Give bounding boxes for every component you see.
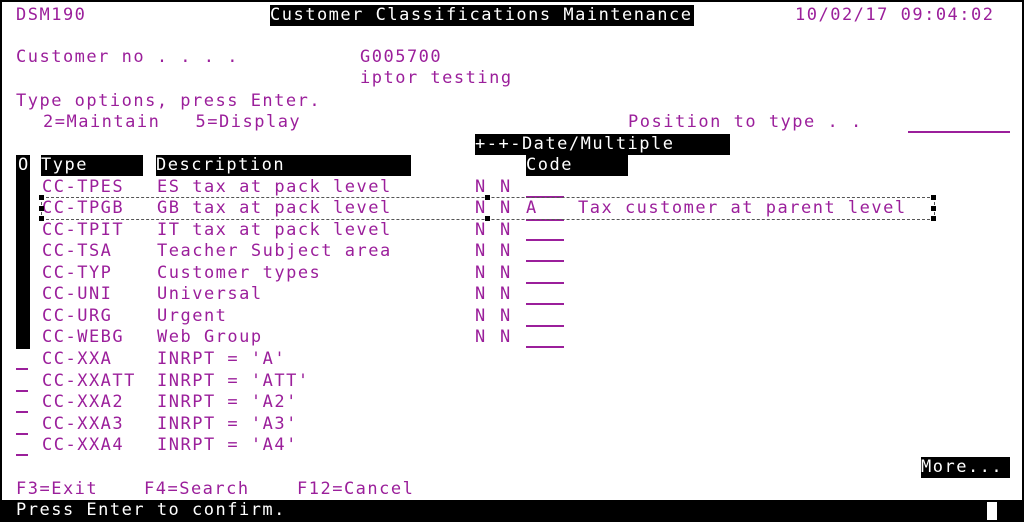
row-flag-multiple: N xyxy=(500,306,512,326)
row-type: CC-URG xyxy=(42,306,113,326)
row-flag-date: N xyxy=(475,327,487,347)
row-description: INRPT = 'A2' xyxy=(157,392,298,412)
row-flag-multiple: N xyxy=(500,284,512,304)
row-type: CC-XXA3 xyxy=(42,414,125,434)
selection-handle[interactable] xyxy=(931,206,936,211)
selection-handle[interactable] xyxy=(39,195,44,200)
row-type: CC-TYP xyxy=(42,263,113,283)
selection-handle[interactable] xyxy=(39,206,44,211)
position-to-type-label: Position to type . . xyxy=(628,112,863,132)
row-flag-multiple: N xyxy=(500,241,512,261)
row-code-input[interactable] xyxy=(526,177,564,198)
row-type: CC-XXA xyxy=(42,349,113,369)
row-flag-date: N xyxy=(475,263,487,283)
row-flag-date: N xyxy=(475,284,487,304)
terminal-screen: DSM190 Customer Classifications Maintena… xyxy=(0,0,1024,522)
f3-exit-key[interactable]: F3=Exit xyxy=(16,479,98,500)
date-time: 10/02/17 09:04:02 xyxy=(795,5,995,25)
description-column-header: Description xyxy=(156,155,411,176)
row-type: CC-XXATT xyxy=(42,371,136,391)
row-description: INRPT = 'A3' xyxy=(157,414,298,434)
date-multiple-header: +-+-Date/Multiple xyxy=(475,134,730,155)
selection-handle[interactable] xyxy=(485,195,490,200)
row-type: CC-TSA xyxy=(42,241,113,261)
row-flag-multiple: N xyxy=(500,263,512,283)
row-code-input[interactable] xyxy=(526,241,564,262)
row-code-input[interactable] xyxy=(526,306,564,327)
row-description: Teacher Subject area xyxy=(157,241,392,261)
position-to-type-input[interactable] xyxy=(908,112,1010,133)
status-message: Press Enter to confirm. xyxy=(16,500,286,520)
row-description: Web Group xyxy=(157,327,263,347)
row-option-input[interactable] xyxy=(16,392,28,413)
row-code-input[interactable] xyxy=(526,263,564,284)
customer-number: G005700 xyxy=(360,47,443,67)
row-type: CC-UNI xyxy=(42,284,113,304)
row-description: IT tax at pack level xyxy=(157,220,392,240)
row-option-input[interactable] xyxy=(16,371,28,392)
f12-cancel-key[interactable]: F12=Cancel xyxy=(297,479,414,500)
row-description: ES tax at pack level xyxy=(157,177,392,197)
cursor-block xyxy=(987,502,997,520)
screen-title: Customer Classifications Maintenance xyxy=(270,5,695,26)
instructions-line: Type options, press Enter. xyxy=(16,91,322,111)
row-type: CC-XXA4 xyxy=(42,435,125,455)
code-column-header: Code xyxy=(526,155,628,176)
row-flag-date: N xyxy=(475,220,487,240)
selection-handle[interactable] xyxy=(931,195,936,200)
row-code-input[interactable] xyxy=(526,327,564,348)
row-description: Customer types xyxy=(157,263,322,283)
row-type: CC-XXA2 xyxy=(42,392,125,412)
row-description: INRPT = 'A' xyxy=(157,349,287,369)
option-column-bar xyxy=(16,155,30,349)
row-flag-date: N xyxy=(475,241,487,261)
row-description: INRPT = 'ATT' xyxy=(157,371,310,391)
row-code-input[interactable] xyxy=(526,284,564,305)
row-type: CC-WEBG xyxy=(42,327,125,347)
more-indicator: More... xyxy=(921,457,1010,478)
row-flag-date: N xyxy=(475,306,487,326)
options-legend: 2=Maintain 5=Display xyxy=(43,112,302,132)
row-description: Universal xyxy=(157,284,263,304)
row-type: CC-TPIT xyxy=(42,220,125,240)
program-id: DSM190 xyxy=(16,5,87,25)
option-column-header: O xyxy=(18,155,30,175)
row-option-input[interactable] xyxy=(16,349,28,370)
selection-handle[interactable] xyxy=(931,216,936,221)
row-code-input[interactable] xyxy=(526,220,564,241)
customer-no-label: Customer no . . . . xyxy=(16,47,239,67)
row-flag-multiple: N xyxy=(500,177,512,197)
customer-name: iptor testing xyxy=(360,68,513,88)
row-description: INRPT = 'A4' xyxy=(157,435,298,455)
row-option-input[interactable] xyxy=(16,414,28,435)
row-flag-multiple: N xyxy=(500,220,512,240)
row-type: CC-TPES xyxy=(42,177,125,197)
row-description: Urgent xyxy=(157,306,228,326)
type-column-header: Type xyxy=(41,155,143,176)
f4-search-key[interactable]: F4=Search xyxy=(144,479,250,500)
row-option-input[interactable] xyxy=(16,435,28,456)
row-flag-multiple: N xyxy=(500,327,512,347)
